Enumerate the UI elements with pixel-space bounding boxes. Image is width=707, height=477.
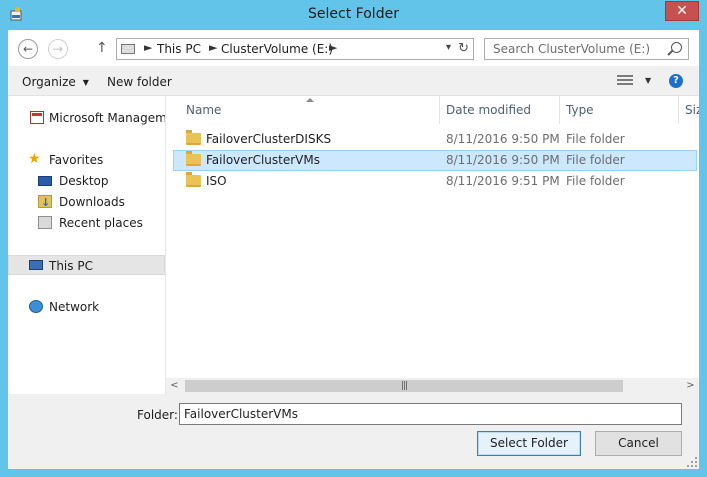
sidebar-item-label: Recent places — [59, 216, 143, 230]
address-dropdown-icon[interactable]: ▾ — [446, 42, 451, 53]
sort-ascending-icon — [306, 98, 314, 102]
close-button[interactable]: ✕ — [665, 1, 699, 21]
grip-icon: ||| — [400, 381, 408, 391]
sidebar-item-downloads[interactable]: Downloads — [8, 192, 165, 212]
horizontal-scrollbar[interactable]: < ||| > — [166, 378, 699, 394]
forward-button[interactable]: → — [48, 39, 68, 59]
refresh-icon[interactable]: ↻ — [458, 41, 469, 56]
network-icon — [29, 300, 43, 313]
help-icon[interactable]: ? — [669, 74, 683, 88]
title-bar[interactable]: Select Folder ✕ — [0, 0, 707, 30]
column-header-size[interactable]: Size — [685, 96, 699, 124]
file-date: 8/11/2016 9:50 PM — [446, 132, 560, 146]
column-divider[interactable] — [559, 96, 560, 124]
file-type: File folder — [566, 153, 625, 167]
search-icon[interactable] — [671, 42, 682, 53]
sidebar-item-desktop[interactable]: Desktop — [8, 171, 165, 191]
window-title: Select Folder — [308, 6, 399, 22]
scrollbar-thumb[interactable]: ||| — [185, 380, 623, 392]
select-folder-dialog: Select Folder ✕ ← → ↑ ► This PC ► Cluste… — [0, 0, 707, 477]
mmc-icon — [30, 111, 44, 124]
sidebar-item-network[interactable]: Network — [8, 297, 165, 317]
file-name: FailoverClusterDISKS — [206, 132, 332, 146]
navigation-bar: ← → ↑ ► This PC ► ClusterVolume (E:) ► ▾… — [8, 30, 699, 66]
sidebar-item-this-pc[interactable]: This PC — [8, 255, 165, 275]
breadcrumb-this-pc[interactable]: This PC — [157, 42, 201, 56]
cancel-button[interactable]: Cancel — [595, 431, 682, 456]
folder-icon — [186, 130, 201, 145]
sidebar-item-label: Network — [49, 300, 100, 314]
view-dropdown-icon[interactable]: ▼ — [645, 76, 651, 85]
folder-icon — [186, 172, 201, 187]
back-button[interactable]: ← — [18, 39, 38, 59]
breadcrumb-separator-icon[interactable]: ► — [144, 41, 152, 54]
up-button[interactable]: ↑ — [96, 40, 108, 56]
column-header-name[interactable]: Name — [186, 96, 221, 124]
new-folder-button[interactable]: New folder — [107, 75, 172, 89]
scroll-left-icon[interactable]: < — [166, 378, 183, 394]
folder-label: Folder: — [137, 408, 178, 422]
sidebar-item-label: Microsoft Management Console — [49, 111, 165, 125]
breadcrumb-separator-icon[interactable]: ► — [209, 41, 217, 54]
navigation-pane: Microsoft Management Console ★ Favorites… — [8, 96, 166, 394]
file-row[interactable]: FailoverClusterDISKS 8/11/2016 9:50 PM F… — [173, 129, 697, 150]
sidebar-item-label: Downloads — [59, 195, 125, 209]
sidebar-item-label: This PC — [49, 259, 93, 273]
column-header-type[interactable]: Type — [566, 96, 594, 124]
scroll-right-icon[interactable]: > — [682, 378, 699, 394]
sidebar-item-favorites[interactable]: ★ Favorites — [8, 150, 165, 170]
column-header-date[interactable]: Date modified — [446, 96, 531, 124]
computer-icon — [29, 260, 43, 270]
organize-button[interactable]: Organize ▼ — [22, 75, 89, 89]
chevron-down-icon: ▼ — [82, 78, 89, 87]
column-divider[interactable] — [439, 96, 440, 124]
search-input[interactable] — [485, 39, 673, 59]
downloads-icon — [38, 193, 52, 212]
breadcrumb-cluster-volume[interactable]: ClusterVolume (E:) — [221, 42, 333, 56]
resize-grip-icon[interactable] — [687, 457, 697, 467]
sidebar-item-recent-places[interactable]: Recent places — [8, 213, 165, 233]
file-type: File folder — [566, 174, 625, 188]
search-box[interactable] — [484, 38, 689, 60]
address-bar[interactable]: ► This PC ► ClusterVolume (E:) ► ▾ ↻ — [116, 38, 474, 60]
file-row-selected[interactable]: FailoverClusterVMs 8/11/2016 9:50 PM Fil… — [173, 150, 697, 171]
organize-label: Organize — [22, 75, 76, 89]
column-divider[interactable] — [678, 96, 679, 124]
folder-icon — [186, 151, 201, 166]
star-icon: ★ — [28, 151, 41, 167]
breadcrumb-separator-icon[interactable]: ► — [329, 41, 337, 54]
drive-icon — [121, 44, 135, 54]
file-date: 8/11/2016 9:51 PM — [446, 174, 560, 188]
view-options-icon[interactable] — [617, 75, 633, 87]
sidebar-item-mmc[interactable]: Microsoft Management Console — [8, 108, 165, 128]
file-list: Name Date modified Type Size FailoverClu… — [166, 96, 699, 378]
sidebar-item-label: Favorites — [49, 153, 104, 167]
file-date: 8/11/2016 9:50 PM — [446, 153, 560, 167]
desktop-icon — [38, 176, 52, 186]
file-type: File folder — [566, 132, 625, 146]
file-name: ISO — [206, 174, 227, 188]
recent-places-icon — [38, 216, 52, 229]
select-folder-button[interactable]: Select Folder — [477, 431, 581, 456]
sidebar-item-label: Desktop — [59, 174, 109, 188]
folder-input[interactable] — [179, 403, 682, 425]
dialog-body: ← → ↑ ► This PC ► ClusterVolume (E:) ► ▾… — [8, 30, 699, 469]
file-name: FailoverClusterVMs — [206, 153, 320, 167]
file-row[interactable]: ISO 8/11/2016 9:51 PM File folder — [173, 171, 697, 192]
toolbar: Organize ▼ New folder ▼ ? — [8, 66, 699, 96]
